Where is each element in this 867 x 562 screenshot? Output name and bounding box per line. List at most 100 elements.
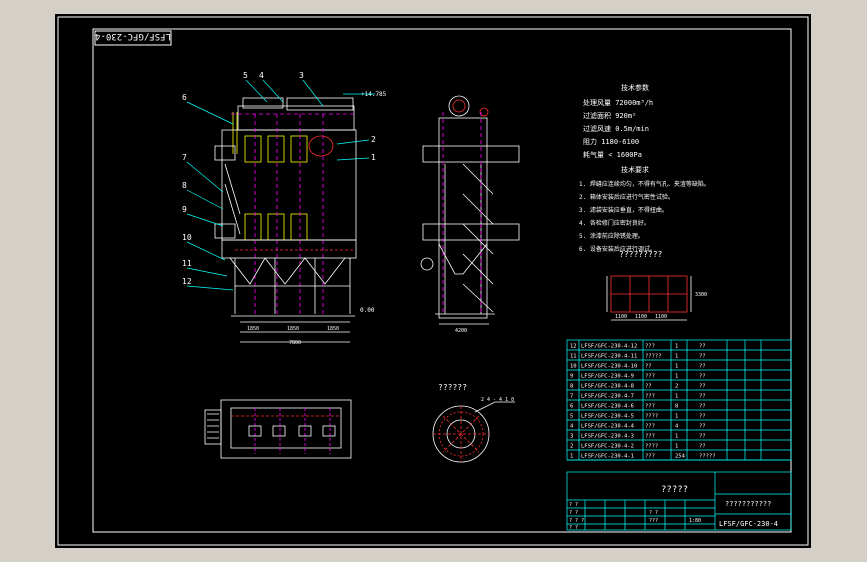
callout-8: 8: [182, 181, 187, 190]
callout-9: 9: [182, 205, 187, 214]
bom-cell-qty: 4: [675, 424, 679, 430]
dim-3: 1850: [327, 326, 339, 332]
flange-title: ??????: [438, 383, 467, 392]
requirement-1: 1. 焊缝应连续均匀，不得有气孔、夹渣等缺陷。: [579, 180, 710, 188]
bom-cell-name: ??: [645, 364, 652, 370]
callout-2: 2: [371, 135, 376, 144]
bom-cell-no: 8: [570, 384, 573, 390]
bom-cell-name: ???: [645, 394, 655, 400]
bom-cell-name: ???: [645, 344, 655, 350]
title-cell-3: ? ? ?: [569, 518, 584, 524]
callout-3: 3: [299, 71, 304, 80]
title-cell-5: ? ?: [649, 510, 658, 516]
bom-cell-code: LFSF/GFC-230-4-1: [581, 454, 634, 460]
requirement-3: 3. 滤袋安装应垂直，不得扭曲。: [579, 206, 668, 214]
technical-parameters: 技术参数 处理风量 72000m³/h 过滤面积 920m² 过滤风速 0.5m…: [579, 83, 710, 253]
bom-cell-code: LFSF/GFC-230-4-9: [581, 374, 634, 380]
bom-cell-name: ????: [645, 414, 658, 420]
bom-cell-code: LFSF/GFC-230-4-8: [581, 384, 634, 390]
callout-12: 12: [182, 277, 192, 286]
bom-cell-code: LFSF/GFC-230-4-12: [581, 344, 637, 350]
bom-cell-no: 1: [570, 454, 573, 460]
drawing-stamp-text: LFSF/GFC-230-4: [95, 31, 171, 41]
callout-7: 7: [182, 153, 187, 162]
bom-cell-code: LFSF/GFC-230-4-2: [581, 444, 634, 450]
callout-1: 1: [371, 153, 376, 162]
requirement-2: 2. 箱体安装后应进行气密性试验。: [579, 193, 674, 201]
bom-cell-mat: ??: [699, 364, 706, 370]
plan-view: [204, 399, 352, 459]
bom-cell-no: 12: [570, 344, 577, 350]
tech-param-5: 耗气量 < 1600Pa: [583, 150, 642, 159]
bom-cell-name: ??: [645, 384, 652, 390]
drawing-scale: 1:80: [689, 518, 701, 524]
bom-cell-name: ???: [645, 454, 655, 460]
bom-cell-mat: ??: [699, 444, 706, 450]
bom-cell-code: LFSF/GFC-230-4-11: [581, 354, 637, 360]
bom-cell-no: 4: [570, 424, 574, 430]
tech-param-2: 过滤面积 920m²: [583, 111, 636, 120]
flange-pipe-dim: 2 4 - 4 1 0: [481, 397, 514, 403]
bom-cell-qty: 8: [675, 404, 678, 410]
grid-dim-3: 1100: [655, 314, 667, 320]
bom-cell-code: LFSF/GFC-230-4-3: [581, 434, 634, 440]
bom-cell-qty: 1: [675, 414, 678, 420]
title-main: ?????: [661, 485, 688, 495]
bom-cell-name: ???: [645, 404, 655, 410]
bom-cell-qty: 1: [675, 374, 678, 380]
bom-cell-qty: 1: [675, 434, 678, 440]
elevation-zero: 0.00: [360, 307, 375, 314]
bom-cell-code: LFSF/GFC-230-4-10: [581, 364, 637, 370]
bom-cell-qty: 1: [675, 344, 678, 350]
bom-cell-code: LFSF/GFC-230-4-6: [581, 404, 634, 410]
title-cell-2: ? ?: [569, 510, 578, 516]
bom-cell-name: ?????: [645, 354, 662, 360]
drawing-canvas[interactable]: LFSF/GFC-230-4 5 4 3 6 2 1 7 8 9 10 11 1…: [55, 14, 811, 548]
drawing-number: LFSF/GFC-230-4: [719, 520, 778, 528]
bom-cell-mat: ??: [699, 404, 706, 410]
callout-10: 10: [182, 233, 192, 242]
bom-cell-mat: ??: [699, 354, 706, 360]
grid-dim-1: 1100: [615, 314, 627, 320]
bom-cell-code: LFSF/GFC-230-4-5: [581, 414, 634, 420]
outer-frame: [57, 16, 809, 546]
bom-cell-mat: ??: [699, 424, 706, 430]
bom-cell-no: 10: [570, 364, 577, 370]
bom-cell-mat: ?????: [699, 454, 716, 460]
bom-cell-name: ???: [645, 434, 655, 440]
bom-cell-mat: ??: [699, 434, 706, 440]
requirement-4: 4. 各检修门应密封良好。: [579, 219, 650, 227]
title-company: ???????????: [725, 500, 771, 508]
bom-cell-mat: ??: [699, 394, 706, 400]
grid-dim-height: 3300: [695, 292, 707, 298]
bom-cell-qty: 254: [675, 454, 686, 460]
side-elevation-view: [420, 95, 520, 325]
elevation-top: +14.785: [361, 91, 387, 98]
bom-cell-no: 9: [570, 374, 573, 380]
tech-params-title: 技术参数: [621, 83, 649, 92]
grid-title: ?????????: [619, 250, 663, 259]
bom-cell-code: LFSF/GFC-230-4-7: [581, 394, 634, 400]
cad-drawing-viewport[interactable]: LFSF/GFC-230-4 5 4 3 6 2 1 7 8 9 10 11 1…: [55, 14, 811, 548]
requirement-5: 5. 涂漆前应除锈处理。: [579, 232, 644, 240]
tech-param-3: 过滤风速 0.5m/min: [583, 124, 649, 133]
bom-cell-no: 7: [570, 394, 573, 400]
bom-cell-qty: 2: [675, 384, 678, 390]
bom-cell-qty: 1: [675, 444, 678, 450]
callout-11: 11: [182, 259, 192, 268]
bom-cell-mat: ??: [699, 374, 706, 380]
bom-cell-mat: ??: [699, 414, 706, 420]
bom-cell-qty: 1: [675, 364, 678, 370]
title-cell-1: ? ?: [569, 502, 578, 508]
grid-dim-2: 1100: [635, 314, 647, 320]
bom-cell-name: ???: [645, 424, 655, 430]
bom-cell-name: ???: [645, 374, 655, 380]
requirements-title: 技术要求: [621, 165, 649, 174]
inner-frame: [92, 28, 792, 533]
flange-detail: [432, 401, 515, 463]
bom-cell-name: ????: [645, 444, 658, 450]
bom-cell-no: 2: [570, 444, 573, 450]
bom-cell-no: 5: [570, 414, 573, 420]
dim-1: 1850: [247, 326, 259, 332]
bom-cell-mat: ??: [699, 384, 706, 390]
